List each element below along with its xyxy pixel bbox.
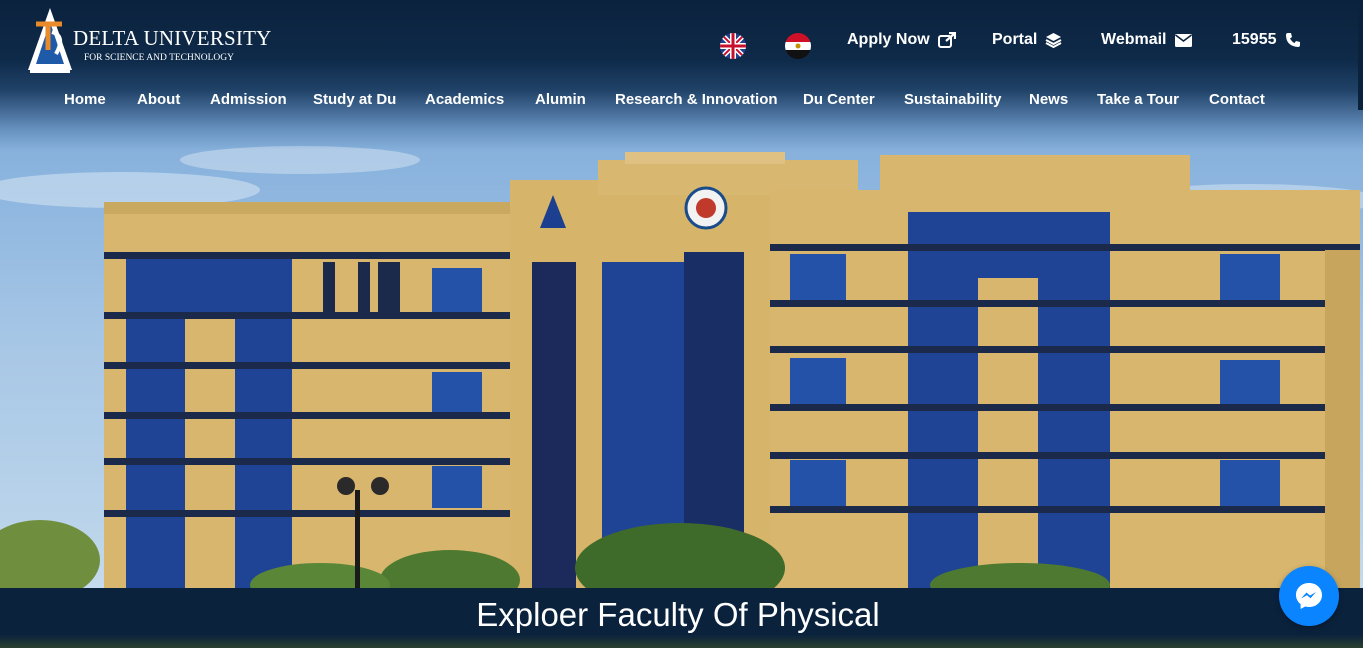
nav-item-study-at-du[interactable]: Study at Du	[313, 91, 396, 108]
webmail-link[interactable]: Webmail	[1101, 31, 1192, 49]
nav-item-sustainability[interactable]: Sustainability	[904, 91, 1002, 108]
layers-icon	[1045, 33, 1062, 48]
uk-flag-icon[interactable]	[720, 33, 746, 59]
university-logo[interactable]: DELTA UNIVERSITY FOR SCIENCE AND TECHNOL…	[26, 4, 271, 76]
messenger-chat-button[interactable]	[1279, 566, 1339, 626]
main-nav: Home About Admission Study at Du Academi…	[0, 91, 1363, 113]
nav-item-news[interactable]: News	[1029, 91, 1068, 108]
nav-item-alumin[interactable]: Alumin	[535, 91, 586, 108]
nav-item-academics[interactable]: Academics	[425, 91, 504, 108]
nav-item-du-center[interactable]: Du Center	[803, 91, 875, 108]
portal-label: Portal	[992, 31, 1038, 48]
brand-name: DELTA UNIVERSITY	[73, 26, 272, 50]
webmail-label: Webmail	[1101, 31, 1167, 48]
nav-item-home[interactable]: Home	[64, 91, 106, 108]
phone-link[interactable]: 15955	[1232, 31, 1301, 49]
brand-subtitle: FOR SCIENCE AND TECHNOLOGY	[84, 53, 234, 63]
nav-item-about[interactable]: About	[137, 91, 180, 108]
envelope-icon	[1174, 33, 1192, 47]
nav-item-admission[interactable]: Admission	[210, 91, 287, 108]
apply-now-link[interactable]: Apply Now	[847, 31, 956, 49]
messenger-icon	[1296, 583, 1322, 609]
delta-logo-icon	[28, 8, 72, 73]
external-link-icon	[937, 32, 956, 48]
egypt-flag-icon[interactable]	[785, 33, 811, 59]
phone-icon	[1285, 33, 1300, 47]
portal-link[interactable]: Portal	[992, 31, 1062, 49]
apply-now-label: Apply Now	[847, 31, 930, 48]
nav-item-take-a-tour[interactable]: Take a Tour	[1097, 91, 1179, 108]
hero-title: Exploer Faculty Of Physical	[476, 596, 880, 633]
nav-item-contact[interactable]: Contact	[1209, 91, 1265, 108]
nav-item-research[interactable]: Research & Innovation	[615, 91, 778, 108]
phone-number: 15955	[1232, 31, 1277, 48]
